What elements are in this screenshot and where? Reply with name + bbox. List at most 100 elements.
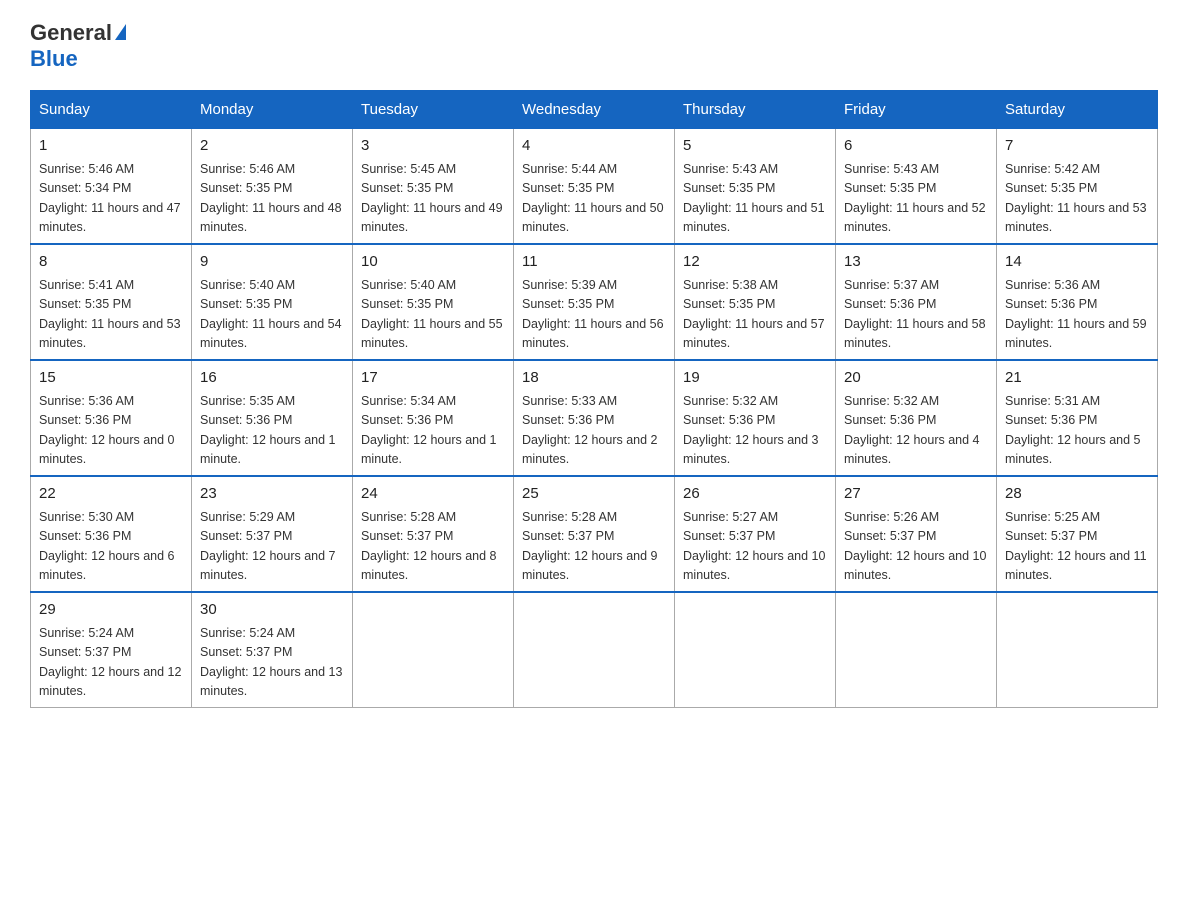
day-number: 3 — [361, 135, 505, 158]
calendar-cell: 26Sunrise: 5:27 AMSunset: 5:37 PMDayligh… — [675, 476, 836, 592]
day-info: Sunrise: 5:31 AMSunset: 5:36 PMDaylight:… — [1005, 392, 1149, 470]
day-info: Sunrise: 5:45 AMSunset: 5:35 PMDaylight:… — [361, 160, 505, 238]
day-info: Sunrise: 5:27 AMSunset: 5:37 PMDaylight:… — [683, 508, 827, 586]
calendar-cell: 10Sunrise: 5:40 AMSunset: 5:35 PMDayligh… — [353, 244, 514, 360]
day-number: 25 — [522, 483, 666, 506]
day-number: 17 — [361, 367, 505, 390]
calendar-cell: 19Sunrise: 5:32 AMSunset: 5:36 PMDayligh… — [675, 360, 836, 476]
calendar-cell — [353, 592, 514, 708]
logo-blue: Blue — [30, 46, 78, 71]
week-row-3: 15Sunrise: 5:36 AMSunset: 5:36 PMDayligh… — [31, 360, 1158, 476]
day-info: Sunrise: 5:40 AMSunset: 5:35 PMDaylight:… — [361, 276, 505, 354]
day-info: Sunrise: 5:46 AMSunset: 5:35 PMDaylight:… — [200, 160, 344, 238]
calendar-cell: 25Sunrise: 5:28 AMSunset: 5:37 PMDayligh… — [514, 476, 675, 592]
weekday-header-wednesday: Wednesday — [514, 91, 675, 129]
calendar-cell: 23Sunrise: 5:29 AMSunset: 5:37 PMDayligh… — [192, 476, 353, 592]
weekday-header-monday: Monday — [192, 91, 353, 129]
calendar-cell: 6Sunrise: 5:43 AMSunset: 5:35 PMDaylight… — [836, 129, 997, 245]
calendar-cell: 18Sunrise: 5:33 AMSunset: 5:36 PMDayligh… — [514, 360, 675, 476]
weekday-header-sunday: Sunday — [31, 91, 192, 129]
calendar-cell: 27Sunrise: 5:26 AMSunset: 5:37 PMDayligh… — [836, 476, 997, 592]
day-info: Sunrise: 5:44 AMSunset: 5:35 PMDaylight:… — [522, 160, 666, 238]
day-number: 10 — [361, 251, 505, 274]
day-number: 4 — [522, 135, 666, 158]
calendar-cell: 28Sunrise: 5:25 AMSunset: 5:37 PMDayligh… — [997, 476, 1158, 592]
week-row-5: 29Sunrise: 5:24 AMSunset: 5:37 PMDayligh… — [31, 592, 1158, 708]
calendar-cell: 15Sunrise: 5:36 AMSunset: 5:36 PMDayligh… — [31, 360, 192, 476]
calendar-cell: 9Sunrise: 5:40 AMSunset: 5:35 PMDaylight… — [192, 244, 353, 360]
calendar-cell: 20Sunrise: 5:32 AMSunset: 5:36 PMDayligh… — [836, 360, 997, 476]
calendar-cell: 13Sunrise: 5:37 AMSunset: 5:36 PMDayligh… — [836, 244, 997, 360]
calendar-cell: 1Sunrise: 5:46 AMSunset: 5:34 PMDaylight… — [31, 129, 192, 245]
day-number: 13 — [844, 251, 988, 274]
day-number: 9 — [200, 251, 344, 274]
weekday-header-row: SundayMondayTuesdayWednesdayThursdayFrid… — [31, 91, 1158, 129]
day-info: Sunrise: 5:24 AMSunset: 5:37 PMDaylight:… — [39, 624, 183, 702]
day-number: 24 — [361, 483, 505, 506]
calendar-cell: 7Sunrise: 5:42 AMSunset: 5:35 PMDaylight… — [997, 129, 1158, 245]
calendar-cell: 16Sunrise: 5:35 AMSunset: 5:36 PMDayligh… — [192, 360, 353, 476]
day-number: 26 — [683, 483, 827, 506]
calendar-cell: 29Sunrise: 5:24 AMSunset: 5:37 PMDayligh… — [31, 592, 192, 708]
week-row-1: 1Sunrise: 5:46 AMSunset: 5:34 PMDaylight… — [31, 129, 1158, 245]
day-number: 8 — [39, 251, 183, 274]
calendar-cell — [997, 592, 1158, 708]
day-number: 2 — [200, 135, 344, 158]
weekday-header-saturday: Saturday — [997, 91, 1158, 129]
day-number: 11 — [522, 251, 666, 274]
day-info: Sunrise: 5:43 AMSunset: 5:35 PMDaylight:… — [844, 160, 988, 238]
day-number: 14 — [1005, 251, 1149, 274]
calendar-cell: 30Sunrise: 5:24 AMSunset: 5:37 PMDayligh… — [192, 592, 353, 708]
logo-arrow-icon — [115, 24, 126, 40]
calendar-cell — [836, 592, 997, 708]
calendar-cell: 11Sunrise: 5:39 AMSunset: 5:35 PMDayligh… — [514, 244, 675, 360]
calendar-cell: 14Sunrise: 5:36 AMSunset: 5:36 PMDayligh… — [997, 244, 1158, 360]
week-row-4: 22Sunrise: 5:30 AMSunset: 5:36 PMDayligh… — [31, 476, 1158, 592]
day-info: Sunrise: 5:39 AMSunset: 5:35 PMDaylight:… — [522, 276, 666, 354]
calendar-cell: 21Sunrise: 5:31 AMSunset: 5:36 PMDayligh… — [997, 360, 1158, 476]
day-number: 15 — [39, 367, 183, 390]
day-info: Sunrise: 5:29 AMSunset: 5:37 PMDaylight:… — [200, 508, 344, 586]
calendar-cell: 17Sunrise: 5:34 AMSunset: 5:36 PMDayligh… — [353, 360, 514, 476]
day-number: 27 — [844, 483, 988, 506]
day-number: 19 — [683, 367, 827, 390]
calendar-cell — [514, 592, 675, 708]
day-number: 7 — [1005, 135, 1149, 158]
day-number: 16 — [200, 367, 344, 390]
day-number: 18 — [522, 367, 666, 390]
day-number: 30 — [200, 599, 344, 622]
weekday-header-friday: Friday — [836, 91, 997, 129]
day-number: 22 — [39, 483, 183, 506]
calendar-cell: 2Sunrise: 5:46 AMSunset: 5:35 PMDaylight… — [192, 129, 353, 245]
day-info: Sunrise: 5:46 AMSunset: 5:34 PMDaylight:… — [39, 160, 183, 238]
day-info: Sunrise: 5:26 AMSunset: 5:37 PMDaylight:… — [844, 508, 988, 586]
day-info: Sunrise: 5:42 AMSunset: 5:35 PMDaylight:… — [1005, 160, 1149, 238]
day-info: Sunrise: 5:40 AMSunset: 5:35 PMDaylight:… — [200, 276, 344, 354]
weekday-header-thursday: Thursday — [675, 91, 836, 129]
calendar-cell: 22Sunrise: 5:30 AMSunset: 5:36 PMDayligh… — [31, 476, 192, 592]
day-info: Sunrise: 5:38 AMSunset: 5:35 PMDaylight:… — [683, 276, 827, 354]
day-info: Sunrise: 5:37 AMSunset: 5:36 PMDaylight:… — [844, 276, 988, 354]
day-info: Sunrise: 5:32 AMSunset: 5:36 PMDaylight:… — [844, 392, 988, 470]
day-info: Sunrise: 5:41 AMSunset: 5:35 PMDaylight:… — [39, 276, 183, 354]
day-info: Sunrise: 5:25 AMSunset: 5:37 PMDaylight:… — [1005, 508, 1149, 586]
calendar-cell — [675, 592, 836, 708]
weekday-header-tuesday: Tuesday — [353, 91, 514, 129]
day-number: 12 — [683, 251, 827, 274]
week-row-2: 8Sunrise: 5:41 AMSunset: 5:35 PMDaylight… — [31, 244, 1158, 360]
day-info: Sunrise: 5:34 AMSunset: 5:36 PMDaylight:… — [361, 392, 505, 470]
calendar-cell: 3Sunrise: 5:45 AMSunset: 5:35 PMDaylight… — [353, 129, 514, 245]
calendar-cell: 24Sunrise: 5:28 AMSunset: 5:37 PMDayligh… — [353, 476, 514, 592]
calendar-cell: 5Sunrise: 5:43 AMSunset: 5:35 PMDaylight… — [675, 129, 836, 245]
day-info: Sunrise: 5:32 AMSunset: 5:36 PMDaylight:… — [683, 392, 827, 470]
calendar-table: SundayMondayTuesdayWednesdayThursdayFrid… — [30, 90, 1158, 708]
day-info: Sunrise: 5:43 AMSunset: 5:35 PMDaylight:… — [683, 160, 827, 238]
calendar-cell: 4Sunrise: 5:44 AMSunset: 5:35 PMDaylight… — [514, 129, 675, 245]
day-info: Sunrise: 5:36 AMSunset: 5:36 PMDaylight:… — [39, 392, 183, 470]
calendar-cell: 8Sunrise: 5:41 AMSunset: 5:35 PMDaylight… — [31, 244, 192, 360]
day-number: 23 — [200, 483, 344, 506]
header: General Blue — [30, 20, 1158, 72]
logo: General Blue — [30, 20, 126, 72]
day-info: Sunrise: 5:36 AMSunset: 5:36 PMDaylight:… — [1005, 276, 1149, 354]
day-info: Sunrise: 5:28 AMSunset: 5:37 PMDaylight:… — [522, 508, 666, 586]
